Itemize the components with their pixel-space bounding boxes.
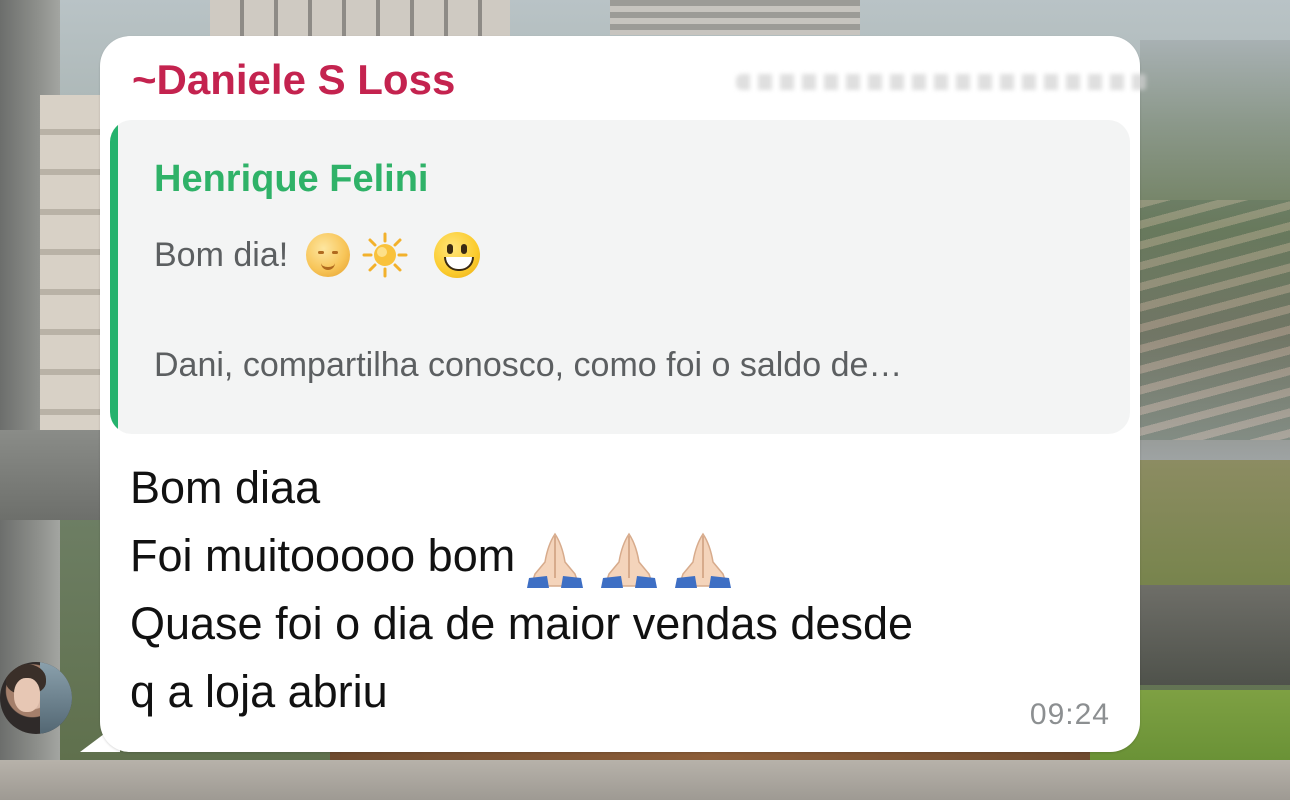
message-line-4: q a loja abriu <box>130 666 388 717</box>
floor <box>0 760 1290 800</box>
message-line-2-text: Foi muitooooo bom <box>130 530 516 581</box>
folded-hands-icon <box>601 532 658 588</box>
quoted-line-2: Dani, compartilha conosco, como foi o sa… <box>154 346 903 384</box>
message-line-3: Quase foi o dia de maior vendas desde <box>130 598 913 649</box>
sender-avatar[interactable] <box>0 662 72 734</box>
quoted-line-1-text: Bom dia! <box>154 235 289 274</box>
quoted-line-1: Bom dia! <box>154 232 481 278</box>
quote-accent-bar <box>110 120 118 434</box>
city-blocks <box>1140 200 1290 440</box>
building-top-right <box>610 0 860 35</box>
message-bubble[interactable]: ~Daniele S Loss Henrique Felini Bom dia! <box>100 36 1148 752</box>
message-line-1: Bom diaa <box>130 462 321 513</box>
folded-hands-icon <box>675 532 732 588</box>
quoted-message[interactable]: Henrique Felini Bom dia! Dani, compartil… <box>110 120 1130 434</box>
message-line-2: Foi muitooooo bom <box>130 522 1110 590</box>
sun-with-face-icon <box>306 233 351 277</box>
smiley-face-icon <box>434 232 481 278</box>
sun-icon <box>362 232 408 278</box>
balcony-rail <box>1140 585 1290 685</box>
building-top <box>210 0 510 40</box>
lawn-area <box>1140 460 1290 600</box>
folded-hands-icon <box>527 532 584 588</box>
message-body: Bom diaa Foi muitooooo bom Quase foi o d… <box>130 454 1110 726</box>
sender-phone-redacted <box>736 74 1148 90</box>
sender-name[interactable]: ~Daniele S Loss <box>132 56 455 104</box>
message-timestamp: 09:24 <box>1029 698 1110 731</box>
quoted-author: Henrique Felini <box>154 158 429 200</box>
